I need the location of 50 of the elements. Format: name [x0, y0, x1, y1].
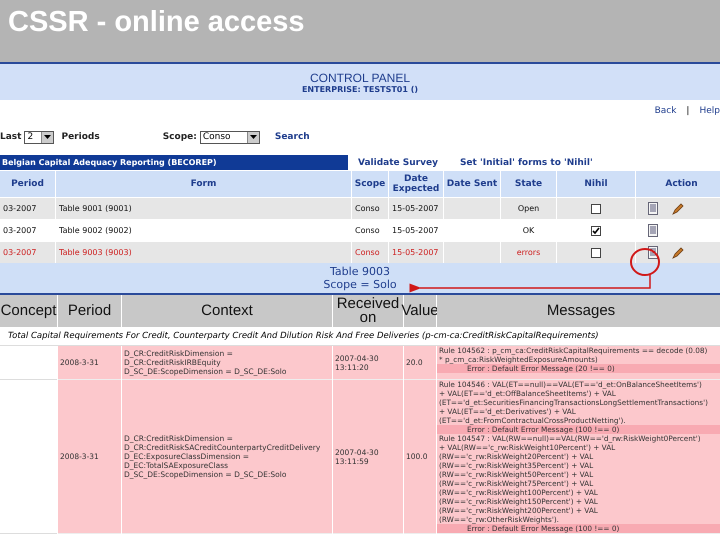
period-cell: 03-2007	[0, 198, 55, 219]
scope-cell: Conso	[352, 242, 388, 263]
last-label: Last	[0, 132, 22, 142]
caret-icon	[250, 135, 257, 139]
column-header: Messages	[437, 295, 720, 327]
nihil-checkbox[interactable]	[591, 226, 601, 236]
set-nihil-link[interactable]: Set 'Initial' forms to 'Nihil'	[460, 158, 593, 168]
nihil-checkbox[interactable]	[591, 248, 601, 258]
panel-title: CONTROL PANEL	[310, 70, 410, 84]
form-cell: Table 9001 (9001)	[56, 198, 351, 219]
column-header: Date Expected	[389, 171, 443, 197]
date-cell: 15-05-2007	[389, 242, 443, 263]
state-cell: errors	[501, 242, 556, 263]
nav-link[interactable]: Back	[654, 106, 676, 122]
state-cell: Open	[501, 198, 556, 219]
date-cell: 15-05-2007	[389, 198, 443, 219]
enterprise-label: ENTERPRISE: TESTST01 ()	[302, 84, 418, 94]
document-icon[interactable]	[648, 224, 658, 237]
column-header: Action	[636, 171, 720, 197]
nav-separator: |	[686, 106, 690, 118]
scope-cell: Conso	[352, 198, 388, 219]
document-icon[interactable]	[648, 202, 658, 215]
detail-subtitle: Scope = Solo	[323, 278, 397, 291]
detail-title: Table 9003	[330, 265, 390, 278]
column-header: Form	[56, 171, 351, 197]
column-header: Period	[58, 295, 121, 327]
nav-link[interactable]: Help	[699, 106, 720, 122]
column-header: Value	[404, 295, 436, 327]
report-title-bar: Belgian Capital Adequacy Reporting (BECOREP)	[0, 155, 348, 170]
scope-select[interactable]: Conso	[200, 130, 260, 144]
column-header: Period	[0, 171, 55, 197]
scope-label: Scope:	[162, 132, 197, 142]
periods-select[interactable]: 2	[24, 130, 54, 144]
periods-label: Periods	[61, 132, 100, 142]
column-header: State	[501, 171, 556, 197]
pencil-icon[interactable]	[672, 246, 684, 258]
slide-title: CSSR - online access	[8, 6, 305, 39]
column-header: Received on	[333, 295, 403, 327]
validate-link[interactable]: Validate Survey	[358, 158, 438, 168]
caret-icon	[44, 135, 52, 139]
nihil-checkbox[interactable]	[591, 204, 601, 214]
search-link[interactable]: Search	[274, 132, 310, 142]
column-header: Concept	[0, 295, 57, 327]
form-cell: Table 9003 (9003)	[56, 242, 351, 263]
column-header: Scope	[352, 171, 388, 197]
column-header: Context	[122, 295, 332, 327]
column-header: Date Sent	[444, 171, 500, 197]
pencil-icon[interactable]	[672, 202, 684, 214]
column-header: Nihil	[557, 171, 635, 197]
period-cell: 03-2007	[0, 242, 55, 263]
